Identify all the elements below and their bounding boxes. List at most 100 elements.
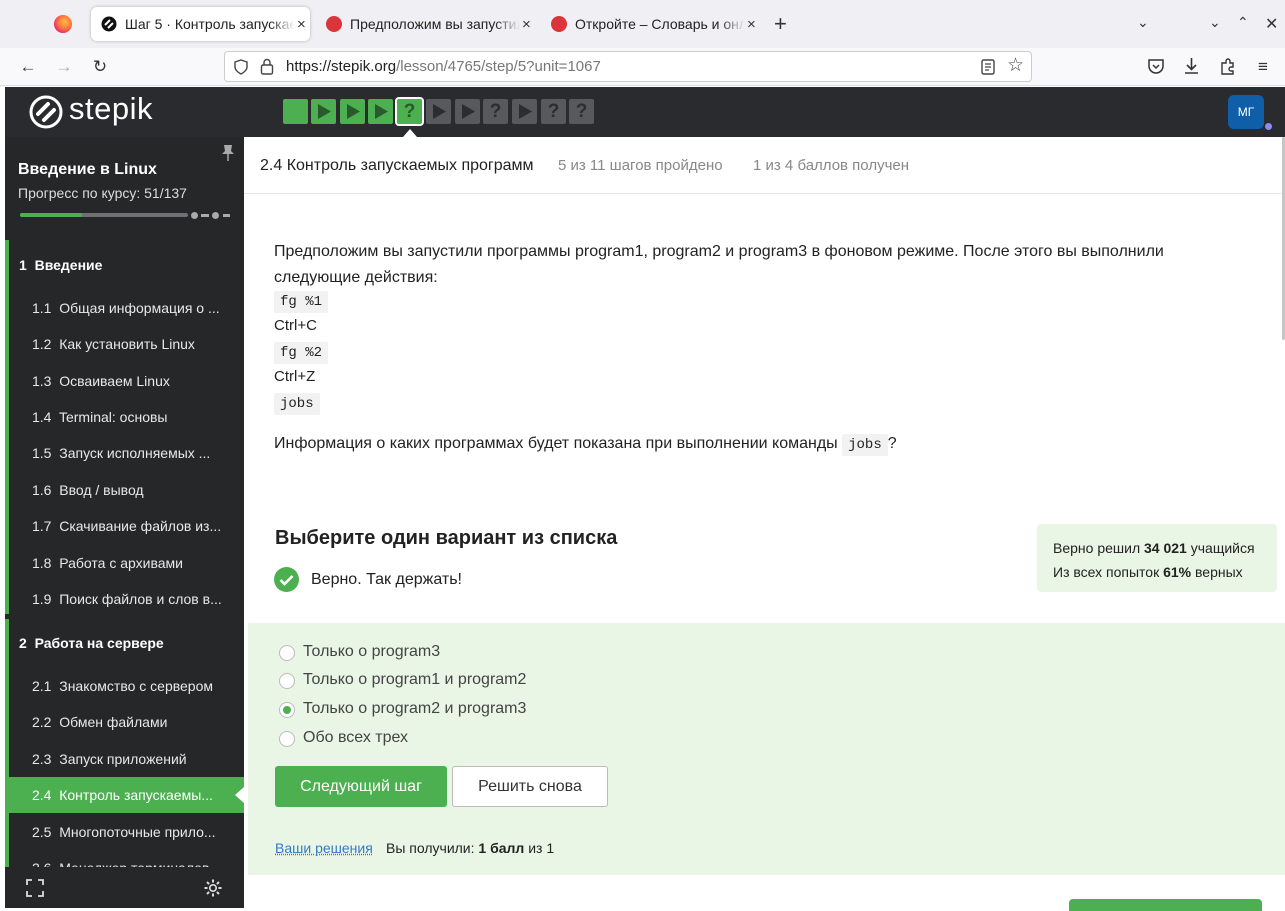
answer-radio[interactable]: [279, 673, 295, 689]
retry-button[interactable]: Решить снова: [452, 766, 608, 807]
settings-gear-icon[interactable]: [203, 878, 223, 898]
sidebar-item-1-2[interactable]: 1.2 Как установить Linux: [5, 326, 244, 362]
progress-dot: [212, 212, 219, 219]
notification-dot-icon: [1264, 122, 1273, 131]
course-progress-fill: [20, 213, 83, 217]
question-text: Предположим вы запустили программы progr…: [274, 243, 1164, 286]
sidebar-item-2-4[interactable]: 2.4 Контроль запускаемы...: [5, 777, 244, 813]
next-step-button[interactable]: Следующий шаг: [275, 766, 447, 807]
sidebar-item-2-2[interactable]: 2.2 Обмен файлами: [5, 704, 244, 740]
browser-tab-bar: Шаг 5 · Контроль запускаемых программ × …: [0, 0, 1285, 48]
extensions-puzzle-icon[interactable]: [1219, 57, 1237, 75]
bookmark-star-icon[interactable]: ☆: [1007, 51, 1024, 80]
answer-option-label[interactable]: Обо всех трех: [303, 729, 408, 747]
answer-option-label[interactable]: Только о program1 и program2: [303, 671, 526, 689]
tab-close-icon[interactable]: ×: [297, 16, 306, 33]
stats-line-1: Верно решил 34 021 учащийся: [1053, 536, 1261, 560]
sidebar-item-label: 2.5 Многопоточные прило...: [32, 824, 216, 840]
sidebar-item-label: 1.3 Осваиваем Linux: [32, 373, 170, 389]
bottom-next-button[interactable]: [1069, 899, 1262, 911]
stepik-logo-text[interactable]: stepik: [69, 91, 153, 127]
tab-close-icon[interactable]: ×: [747, 16, 756, 33]
main-content: 2.4 Контроль запускаемых программ 5 из 1…: [244, 137, 1285, 911]
score-value: 1 балл: [478, 840, 525, 856]
sidebar-item-label: 2.2 Обмен файлами: [32, 714, 168, 730]
command-code: jobs: [842, 434, 888, 456]
site-favicon-icon: [326, 16, 342, 32]
answer-radio[interactable]: [279, 731, 295, 747]
answer-option-label[interactable]: Только о program2 и program3: [303, 700, 526, 718]
stats-text: учащийся: [1190, 540, 1255, 556]
sidebar-item-1-1[interactable]: 1.1 Общая информация о ...: [5, 290, 244, 326]
avatar[interactable]: МГ: [1228, 95, 1264, 129]
stats-line-2: Из всех попыток 61% верных: [1053, 560, 1261, 584]
step-play-icon[interactable]: [311, 99, 336, 124]
sidebar-item-2-5[interactable]: 2.5 Многопоточные прило...: [5, 814, 244, 850]
tab[interactable]: Предположим вы запустили программы ×: [316, 7, 535, 41]
step-play-icon[interactable]: [340, 99, 365, 124]
step-play-icon[interactable]: [455, 99, 480, 124]
pin-icon[interactable]: [221, 144, 235, 162]
sidebar-item-1-3[interactable]: 1.3 Осваиваем Linux: [5, 363, 244, 399]
answer-radio[interactable]: [279, 702, 295, 718]
lock-icon[interactable]: [260, 58, 274, 75]
step-solid-icon[interactable]: [283, 99, 308, 124]
sidebar-item-1-5[interactable]: 1.5 Запуск исполняемых ...: [5, 435, 244, 471]
download-icon[interactable]: [1183, 57, 1200, 75]
lesson-title[interactable]: 2.4 Контроль запускаемых программ: [260, 157, 534, 175]
sidebar-section-1[interactable]: 1 Введение: [5, 245, 244, 285]
step-play-icon[interactable]: [512, 99, 537, 124]
window-close-icon[interactable]: ✕: [1265, 14, 1278, 34]
menu-hamburger-icon[interactable]: ≡: [1252, 56, 1274, 78]
course-title[interactable]: Введение в Linux: [18, 161, 157, 179]
sidebar-section-2[interactable]: 2 Работа на сервере: [5, 623, 244, 663]
course-progress-text: Прогресс по курсу: 51/137: [18, 185, 187, 201]
sidebar-item-2-3[interactable]: 2.3 Запуск приложений: [5, 741, 244, 777]
sidebar-item-label: 1.1 Общая информация о ...: [32, 300, 220, 316]
list-tabs-chevron-down-icon[interactable]: ⌄: [1137, 14, 1149, 31]
sidebar-item-1-9[interactable]: 1.9 Поиск файлов и слов в...: [5, 581, 244, 617]
sidebar-item-1-4[interactable]: 1.4 Terminal: основы: [5, 399, 244, 435]
tab-close-icon[interactable]: ×: [522, 16, 531, 33]
answer-area: Только о program3 Только о program1 и pro…: [248, 623, 1285, 875]
sidebar-item-1-6[interactable]: 1.6 Ввод / вывод: [5, 472, 244, 508]
sidebar-item-label: 1.7 Скачивание файлов из...: [32, 518, 222, 534]
fullscreen-icon[interactable]: [26, 879, 44, 897]
tab-title: Предположим вы запустили программы: [350, 16, 520, 32]
step-question-icon[interactable]: ?: [569, 99, 594, 124]
sidebar-item-1-8[interactable]: 1.8 Работа с архивами: [5, 545, 244, 581]
reload-icon[interactable]: ↻: [89, 56, 111, 78]
sidebar-item-1-7[interactable]: 1.7 Скачивание файлов из...: [5, 508, 244, 544]
firefox-icon[interactable]: [54, 15, 72, 33]
stats-text: верных: [1195, 564, 1243, 580]
forward-arrow-icon[interactable]: →: [53, 56, 75, 78]
pocket-icon[interactable]: [1147, 58, 1165, 75]
new-tab-button[interactable]: +: [774, 11, 787, 37]
maximize-chevron-up-icon[interactable]: ⌃: [1237, 14, 1249, 31]
url-bar[interactable]: https://stepik.org/lesson/4765/step/5?un…: [224, 51, 1032, 82]
url-path: /lesson/4765/step/5?unit=1067: [396, 58, 601, 75]
step-question-icon[interactable]: ?: [395, 97, 424, 126]
keystroke-text: Ctrl+Z: [274, 368, 316, 385]
stepik-logo-icon[interactable]: [29, 95, 63, 129]
step-play-icon[interactable]: [426, 99, 451, 124]
shield-icon[interactable]: [233, 59, 249, 75]
tab[interactable]: Откройте – Словарь и онлайн ×: [541, 7, 760, 41]
step-question-icon[interactable]: ?: [483, 99, 508, 124]
reader-view-icon[interactable]: [981, 59, 995, 75]
tab-active[interactable]: Шаг 5 · Контроль запускаемых программ ×: [91, 7, 310, 41]
tab-title: Откройте – Словарь и онлайн: [575, 16, 745, 32]
answer-option-label[interactable]: Только о program3: [303, 643, 440, 661]
step-play-icon[interactable]: [368, 99, 393, 124]
sidebar-item-2-1[interactable]: 2.1 Знакомство с сервером: [5, 668, 244, 704]
sidebar-item-label: 1.2 Как установить Linux: [32, 336, 195, 352]
minimize-chevron-down-icon[interactable]: ⌄: [1209, 14, 1221, 31]
answer-heading: Выберите один вариант из списка: [275, 527, 618, 549]
stats-text: Из всех попыток: [1053, 564, 1160, 580]
step-question-icon[interactable]: ?: [541, 99, 566, 124]
your-solutions-link[interactable]: Ваши решения: [275, 840, 373, 856]
active-item-pointer: [235, 787, 244, 803]
answer-radio[interactable]: [279, 645, 295, 661]
back-arrow-icon[interactable]: ←: [17, 56, 39, 78]
stats-value: 34 021: [1144, 540, 1187, 556]
